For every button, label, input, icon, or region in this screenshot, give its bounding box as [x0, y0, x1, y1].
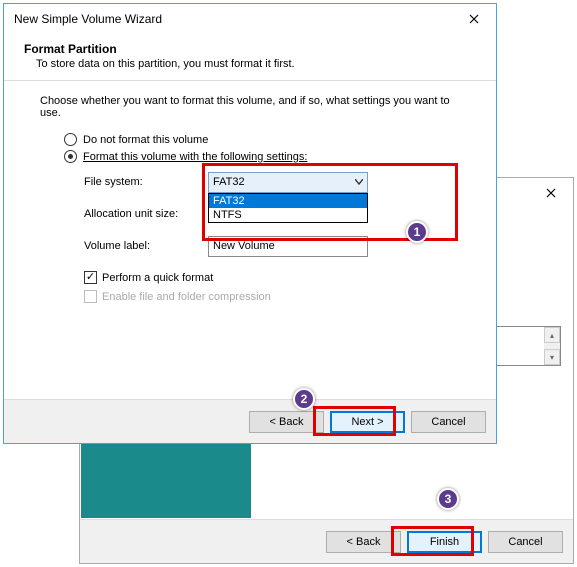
radio-format-label: Format this volume with the following se… — [83, 151, 307, 163]
page-subtitle: To store data on this partition, you mus… — [24, 58, 476, 70]
fs-option-fat32[interactable]: FAT32 — [209, 194, 367, 208]
wizard-header: Format Partition To store data on this p… — [4, 34, 496, 81]
back-button-2[interactable]: < Back — [326, 531, 401, 553]
quick-format-checkbox[interactable] — [84, 271, 97, 284]
dialog-title: New Simple Volume Wizard — [14, 12, 162, 26]
titlebar-front: New Simple Volume Wizard — [4, 4, 496, 34]
back-button[interactable]: < Back — [249, 411, 324, 433]
compression-checkbox — [84, 290, 97, 303]
page-title: Format Partition — [24, 42, 476, 56]
footer-back: < Back Finish Cancel — [80, 519, 573, 563]
cancel-button-2[interactable]: Cancel — [488, 531, 563, 553]
quick-format-label: Perform a quick format — [102, 272, 213, 284]
compression-label: Enable file and folder compression — [102, 291, 271, 303]
callout-2: 2 — [293, 388, 315, 410]
file-system-dropdown[interactable]: FAT32 NTFS — [208, 193, 368, 223]
scrollbar[interactable]: ▴ ▾ — [544, 327, 560, 365]
scroll-up-icon[interactable]: ▴ — [544, 327, 560, 343]
chevron-down-icon — [355, 176, 363, 188]
callout-3: 3 — [437, 488, 459, 510]
radio-format-row[interactable]: Format this volume with the following se… — [64, 150, 472, 163]
radio-no-format-row[interactable]: Do not format this volume — [64, 133, 472, 146]
file-system-value: FAT32 — [213, 176, 245, 188]
prompt-text: Choose whether you want to format this v… — [40, 95, 472, 119]
wizard-body: Choose whether you want to format this v… — [4, 81, 496, 312]
alloc-label: Allocation unit size: — [84, 208, 208, 220]
cancel-button[interactable]: Cancel — [411, 411, 486, 433]
fs-label: File system: — [84, 176, 208, 188]
radio-format[interactable] — [64, 150, 77, 163]
close-button-front[interactable] — [454, 6, 494, 32]
scroll-down-icon[interactable]: ▾ — [544, 349, 560, 365]
fs-option-ntfs[interactable]: NTFS — [209, 208, 367, 222]
radio-no-format-label: Do not format this volume — [83, 134, 208, 146]
close-icon — [546, 188, 556, 198]
close-icon — [469, 14, 479, 24]
finish-button[interactable]: Finish — [407, 531, 482, 553]
callout-1: 1 — [406, 221, 428, 243]
next-button[interactable]: Next > — [330, 411, 405, 433]
volume-label-value: New Volume — [213, 240, 275, 252]
format-settings: File system: FAT32 FAT32 NTFS Allocation… — [84, 169, 472, 259]
close-button-back[interactable] — [531, 180, 571, 206]
file-system-combo[interactable]: FAT32 — [208, 172, 368, 193]
footer-front: < Back Next > Cancel — [4, 399, 496, 443]
vol-label-text: Volume label: — [84, 240, 208, 252]
radio-no-format[interactable] — [64, 133, 77, 146]
volume-label-input[interactable]: New Volume — [208, 236, 368, 257]
